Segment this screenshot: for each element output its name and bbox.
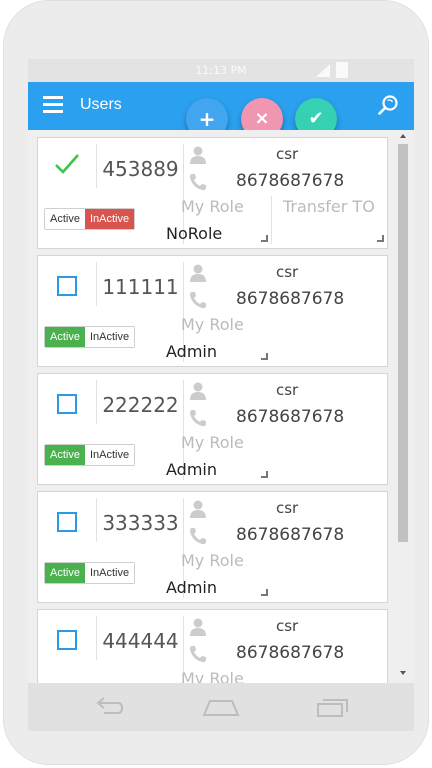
my-role-label: My Role xyxy=(181,669,244,683)
user-card: 222222 csr 8678687678 Active InActive My… xyxy=(37,373,388,485)
active-option[interactable]: Active xyxy=(45,209,85,229)
dropdown-corner-icon xyxy=(377,235,384,242)
user-id: 333333 xyxy=(102,511,179,535)
user-card: 444444 csr 8678687678 My Role xyxy=(37,609,388,683)
user-id: 444444 xyxy=(102,629,179,653)
phone-icon xyxy=(190,646,206,663)
person-icon xyxy=(190,264,206,282)
battery-icon xyxy=(336,62,348,78)
divider xyxy=(96,498,97,542)
user-card: 453889 csr 8678687678 Active InActive My… xyxy=(37,137,388,249)
row-checkbox[interactable] xyxy=(38,256,96,312)
my-role-label: My Role xyxy=(181,315,244,334)
active-option[interactable]: Active xyxy=(45,563,85,583)
phone-number: 8678687678 xyxy=(236,643,345,663)
divider xyxy=(96,262,97,306)
user-id: 222222 xyxy=(102,393,179,417)
status-toggle[interactable]: Active InActive xyxy=(44,326,136,348)
checkbox[interactable] xyxy=(57,394,77,414)
role-name: csr xyxy=(276,263,299,281)
recents-icon[interactable] xyxy=(316,695,350,719)
search-icon[interactable] xyxy=(377,94,399,116)
page-title: Users xyxy=(80,96,122,113)
row-checkbox[interactable] xyxy=(38,374,96,430)
screen: 11:13 PM Users + × ✔ 453889 csr 86786876… xyxy=(28,59,414,731)
my-role-select[interactable]: NoRole xyxy=(166,224,222,243)
inactive-option[interactable]: InActive xyxy=(84,563,135,583)
my-role-label: My Role xyxy=(181,197,244,216)
hamburger-menu-icon[interactable] xyxy=(43,96,63,113)
phone-number: 8678687678 xyxy=(236,171,345,191)
my-role-select[interactable]: Admin xyxy=(166,460,217,479)
person-icon xyxy=(190,146,206,164)
active-option[interactable]: Active xyxy=(45,327,85,347)
phone-number: 8678687678 xyxy=(236,525,345,545)
active-option[interactable]: Active xyxy=(45,445,85,465)
person-icon xyxy=(190,500,206,518)
role-name: csr xyxy=(276,381,299,399)
scrollbar-thumb[interactable] xyxy=(398,144,408,542)
checkmark-icon xyxy=(55,154,79,174)
dropdown-corner-icon xyxy=(261,235,268,242)
status-bar: 11:13 PM xyxy=(28,59,414,82)
inactive-option[interactable]: InActive xyxy=(84,327,135,347)
dropdown-corner-icon xyxy=(261,353,268,360)
checkbox[interactable] xyxy=(57,512,77,532)
my-role-label: My Role xyxy=(181,551,244,570)
user-id: 453889 xyxy=(102,157,179,181)
home-icon[interactable] xyxy=(202,695,240,719)
row-checkbox[interactable] xyxy=(38,138,96,194)
checkbox[interactable] xyxy=(57,276,77,296)
scrollbar[interactable] xyxy=(398,134,408,681)
scroll-up-arrow-icon[interactable] xyxy=(400,134,406,138)
person-icon xyxy=(190,618,206,636)
status-time: 11:13 PM xyxy=(195,64,247,77)
phone-icon xyxy=(190,174,206,191)
phone-icon xyxy=(190,528,206,545)
user-list: 453889 csr 8678687678 Active InActive My… xyxy=(28,130,414,683)
status-toggle[interactable]: Active InActive xyxy=(44,444,136,466)
my-role-select[interactable]: Admin xyxy=(166,342,217,361)
row-checkbox[interactable] xyxy=(38,610,96,666)
phone-number: 8678687678 xyxy=(236,289,345,309)
divider xyxy=(271,196,272,244)
my-role-select[interactable]: Admin xyxy=(166,578,217,597)
my-role-label: My Role xyxy=(181,433,244,452)
status-toggle[interactable]: Active InActive xyxy=(44,208,136,230)
user-id: 111111 xyxy=(102,275,179,299)
person-icon xyxy=(190,382,206,400)
divider xyxy=(96,380,97,424)
back-icon[interactable] xyxy=(92,695,124,719)
navigation-bar xyxy=(28,683,414,731)
row-checkbox[interactable] xyxy=(38,492,96,548)
role-name: csr xyxy=(276,145,299,163)
scroll-down-arrow-icon[interactable] xyxy=(400,671,406,675)
user-card: 333333 csr 8678687678 Active InActive My… xyxy=(37,491,388,603)
phone-frame: 11:13 PM Users + × ✔ 453889 csr 86786876… xyxy=(3,0,429,765)
inactive-option[interactable]: InActive xyxy=(84,445,135,465)
status-toggle[interactable]: Active InActive xyxy=(44,562,136,584)
phone-icon xyxy=(190,292,206,309)
dropdown-corner-icon xyxy=(261,589,268,596)
phone-icon xyxy=(190,410,206,427)
signal-icon xyxy=(316,64,330,77)
checkbox[interactable] xyxy=(57,630,77,650)
role-name: csr xyxy=(276,617,299,635)
dropdown-corner-icon xyxy=(261,471,268,478)
divider xyxy=(96,616,97,660)
phone-number: 8678687678 xyxy=(236,407,345,427)
inactive-option[interactable]: InActive xyxy=(84,209,135,229)
user-card: 111111 csr 8678687678 Active InActive My… xyxy=(37,255,388,367)
transfer-to-label: Transfer TO xyxy=(283,197,375,216)
role-name: csr xyxy=(276,499,299,517)
divider xyxy=(96,144,97,188)
